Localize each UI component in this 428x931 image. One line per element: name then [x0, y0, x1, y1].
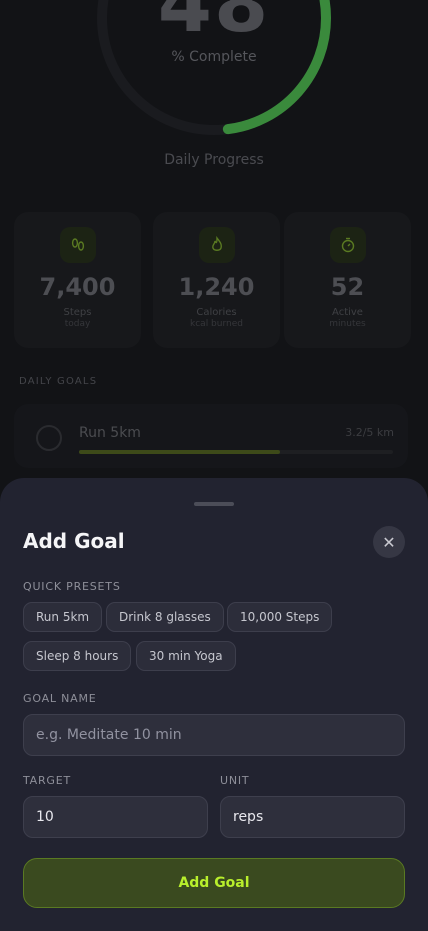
sheet-title: Add Goal: [23, 529, 125, 553]
stats-row: 7,400 Steps today 1,240 Calories kcal bu…: [14, 212, 428, 348]
preset-chip[interactable]: 30 min Yoga: [136, 641, 236, 671]
goal-checkbox[interactable]: [36, 425, 62, 451]
goal-name-label: GOAL NAME: [23, 692, 97, 705]
close-icon: ✕: [382, 532, 396, 552]
goal-name: Run 5km: [79, 425, 141, 441]
target-input[interactable]: [23, 796, 208, 838]
stat-sublabel: kcal burned: [190, 319, 243, 329]
footsteps-icon: [59, 227, 96, 263]
close-button[interactable]: ✕: [373, 526, 405, 558]
unit-input[interactable]: [220, 796, 405, 838]
stat-sublabel: today: [64, 319, 91, 329]
quick-presets-label: QUICK PRESETS: [23, 580, 121, 593]
goal-progress-bar: [79, 450, 393, 454]
preset-chip[interactable]: Drink 8 glasses: [106, 602, 224, 632]
preset-chip[interactable]: 10,000 Steps: [227, 602, 333, 632]
goal-name-input[interactable]: [23, 714, 405, 756]
stat-card-steps[interactable]: 7,400 Steps today: [14, 212, 141, 348]
add-goal-button[interactable]: Add Goal: [23, 858, 405, 908]
stat-value: 52: [330, 273, 365, 301]
sheet-drag-handle[interactable]: [194, 502, 234, 506]
stat-label: Steps: [63, 307, 92, 318]
preset-chip[interactable]: Run 5km: [23, 602, 103, 632]
target-label: TARGET: [23, 774, 72, 787]
stat-card-calories[interactable]: 1,240 Calories kcal burned: [153, 212, 280, 348]
preset-chip[interactable]: Sleep 8 hours: [23, 641, 132, 671]
flame-icon: [198, 227, 235, 263]
progress-percent-label: % Complete: [171, 49, 257, 65]
goal-progress-text: 3.2/5 km: [345, 426, 394, 439]
progress-title: Daily Progress: [164, 152, 264, 168]
stat-value: 7,400: [39, 273, 116, 301]
stat-card-active[interactable]: 52 Active minutes: [284, 212, 411, 348]
stat-label: Calories: [196, 307, 237, 318]
goal-item[interactable]: Run 5km 3.2/5 km: [14, 404, 408, 468]
stat-label: Active: [332, 307, 363, 318]
daily-goals-heading: DAILY GOALS: [19, 376, 98, 387]
stat-sublabel: minutes: [329, 319, 366, 329]
progress-percent: 48: [157, 0, 271, 50]
add-goal-sheet: Add Goal ✕ QUICK PRESETS Run 5km Drink 8…: [0, 478, 428, 931]
unit-label: UNIT: [220, 774, 250, 787]
stat-value: 1,240: [178, 273, 255, 301]
goal-progress-fill: [79, 450, 280, 454]
stopwatch-icon: [329, 227, 366, 263]
